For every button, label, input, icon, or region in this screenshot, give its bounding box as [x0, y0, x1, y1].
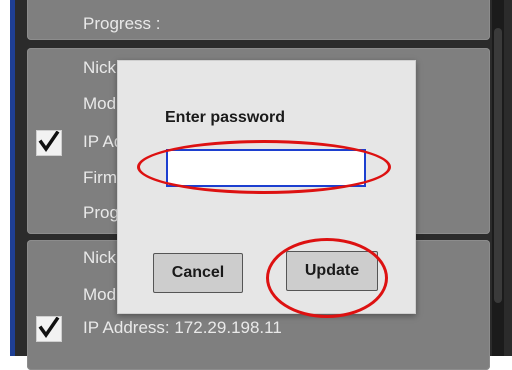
firmware-label: Firm	[83, 168, 117, 187]
device-3-checkbox[interactable]	[36, 316, 62, 342]
cancel-button[interactable]: Cancel	[153, 253, 243, 293]
nickname-label: Nick	[83, 58, 117, 77]
device-card-1: Progress :	[27, 0, 490, 40]
password-dialog: Enter password Cancel Update	[117, 60, 416, 314]
scrollbar-thumb[interactable]	[494, 28, 502, 303]
device-2-checkbox[interactable]	[36, 130, 62, 156]
model-label: Mod	[83, 94, 117, 113]
check-icon	[38, 317, 60, 339]
ip-address-label: IP Address: 172.29.198.11	[83, 318, 282, 337]
dialog-title: Enter password	[165, 109, 286, 126]
model-label: Mod	[83, 285, 117, 304]
check-icon	[38, 131, 60, 153]
progress-label: Prog	[83, 203, 119, 222]
update-button[interactable]: Update	[286, 251, 378, 291]
password-input[interactable]	[166, 149, 366, 187]
nickname-label: Nick	[83, 248, 117, 267]
progress-label: Progress :	[83, 14, 161, 33]
